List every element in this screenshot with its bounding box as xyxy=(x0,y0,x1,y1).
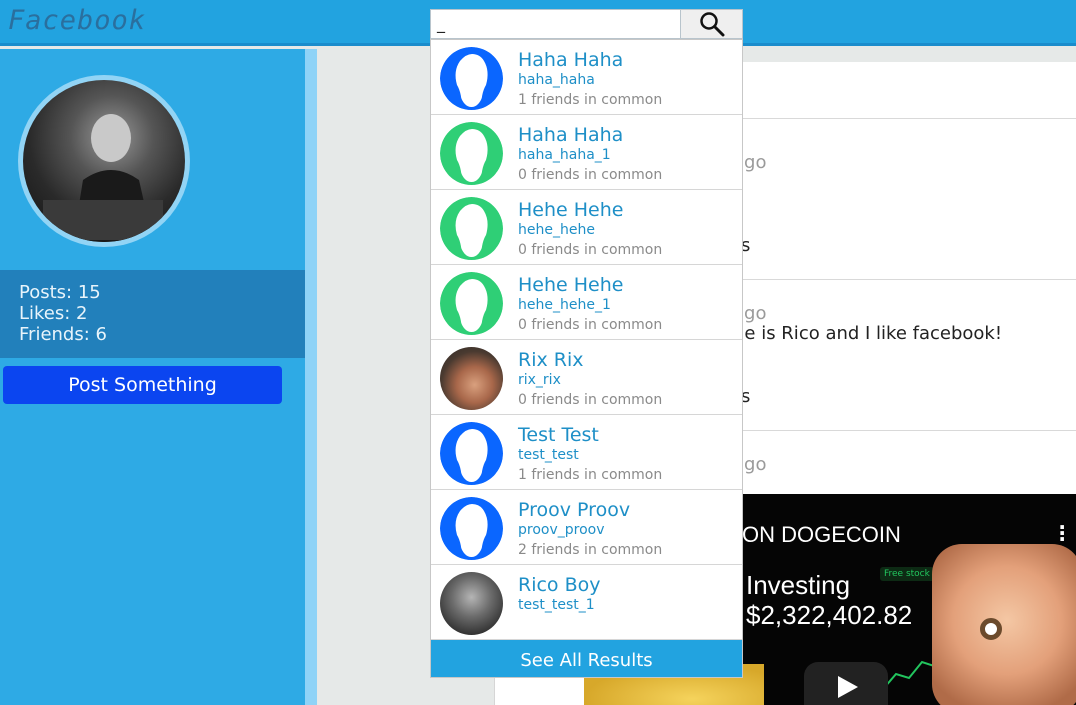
result-name[interactable]: Haha Haha xyxy=(518,124,623,146)
result-friends-in-common: 1 friends in common xyxy=(518,92,663,108)
post-text: ne is Rico and I like facebook! xyxy=(733,323,1003,344)
search-result-item[interactable]: Test Test test_test 1 friends in common xyxy=(431,415,742,490)
search-result-item[interactable]: Hehe Hehe hehe_hehe_1 0 friends in common xyxy=(431,265,742,340)
result-username: haha_haha xyxy=(518,72,595,88)
result-friends-in-common: 0 friends in common xyxy=(518,167,663,183)
video-thumbnail-eye xyxy=(980,618,1002,640)
posts-count: Posts: 15 xyxy=(19,282,101,303)
video-title: ON DOGECOIN xyxy=(742,522,901,547)
default-user-icon xyxy=(440,122,503,185)
result-username: proov_proov xyxy=(518,522,605,538)
result-username: test_test xyxy=(518,447,579,463)
result-name[interactable]: Haha Haha xyxy=(518,49,623,71)
result-username: hehe_hehe xyxy=(518,222,595,238)
result-avatar xyxy=(440,122,503,185)
result-avatar xyxy=(440,422,503,485)
default-user-icon xyxy=(440,497,503,560)
default-user-icon xyxy=(440,422,503,485)
result-avatar xyxy=(440,572,503,635)
result-username: rix_rix xyxy=(518,372,561,388)
result-avatar xyxy=(440,347,503,410)
result-username: hehe_hehe_1 xyxy=(518,297,611,313)
result-username: haha_haha_1 xyxy=(518,147,611,163)
result-friends-in-common: 0 friends in common xyxy=(518,392,663,408)
result-friends-in-common: 2 friends in common xyxy=(518,542,663,558)
search-result-item[interactable]: Proov Proov proov_proov 2 friends in commo… xyxy=(431,490,742,565)
result-friends-in-common: 1 friends in common xyxy=(518,467,663,483)
search-result-item[interactable]: Rix Rix rix_rix 0 friends in common xyxy=(431,340,742,415)
profile-photo xyxy=(23,80,185,242)
video-menu-icon[interactable]: · · · xyxy=(1058,517,1066,549)
search-icon xyxy=(699,12,724,37)
result-name[interactable]: Hehe Hehe xyxy=(518,274,623,296)
see-all-results-button[interactable]: See All Results xyxy=(431,640,742,677)
search-result-item[interactable]: Haha Haha haha_haha_1 0 friends in common xyxy=(431,115,742,190)
result-name[interactable]: Rico Boy xyxy=(518,574,601,596)
likes-count: Likes: 2 xyxy=(19,303,88,324)
app-logo[interactable]: Facebook xyxy=(8,5,146,36)
result-username: test_test_1 xyxy=(518,597,595,613)
user-photo xyxy=(440,572,503,635)
search-result-item[interactable]: Haha Haha haha_haha 1 friends in common xyxy=(431,40,742,115)
search-button[interactable] xyxy=(680,9,743,39)
profile-sidebar: Posts: 15 Likes: 2 Friends: 6 Post Somet… xyxy=(0,49,305,705)
video-amount: $2,322,402.82 xyxy=(746,600,913,630)
profile-avatar[interactable] xyxy=(18,75,190,247)
search-result-item[interactable]: Rico Boy test_test_1 xyxy=(431,565,742,640)
result-avatar xyxy=(440,47,503,110)
video-thumbnail-face xyxy=(932,544,1076,705)
sidebar-edge xyxy=(305,49,317,705)
result-name[interactable]: Test Test xyxy=(518,424,599,446)
user-photo xyxy=(440,347,503,410)
profile-stats: Posts: 15 Likes: 2 Friends: 6 xyxy=(0,270,305,358)
default-user-icon xyxy=(440,197,503,260)
result-friends-in-common: 0 friends in common xyxy=(518,242,663,258)
result-avatar xyxy=(440,272,503,335)
friends-count: Friends: 6 xyxy=(19,324,107,345)
video-caption: Investing xyxy=(746,570,851,600)
search-results-dropdown: Haha Haha haha_haha 1 friends in common Hah… xyxy=(430,39,743,678)
result-name[interactable]: Proov Proov xyxy=(518,499,630,521)
result-name[interactable]: Hehe Hehe xyxy=(518,199,623,221)
default-user-icon xyxy=(440,47,503,110)
search-input[interactable]: _ xyxy=(430,9,680,39)
result-avatar xyxy=(440,497,503,560)
play-icon[interactable] xyxy=(804,662,888,705)
video-badge: Free stock xyxy=(880,567,934,581)
result-name[interactable]: Rix Rix xyxy=(518,349,584,371)
profile-photo-figure xyxy=(43,114,163,242)
default-user-icon xyxy=(440,272,503,335)
result-avatar xyxy=(440,197,503,260)
result-friends-in-common: 0 friends in common xyxy=(518,317,663,333)
post-something-button[interactable]: Post Something xyxy=(3,366,282,404)
search-result-item[interactable]: Hehe Hehe hehe_hehe 0 friends in common xyxy=(431,190,742,265)
